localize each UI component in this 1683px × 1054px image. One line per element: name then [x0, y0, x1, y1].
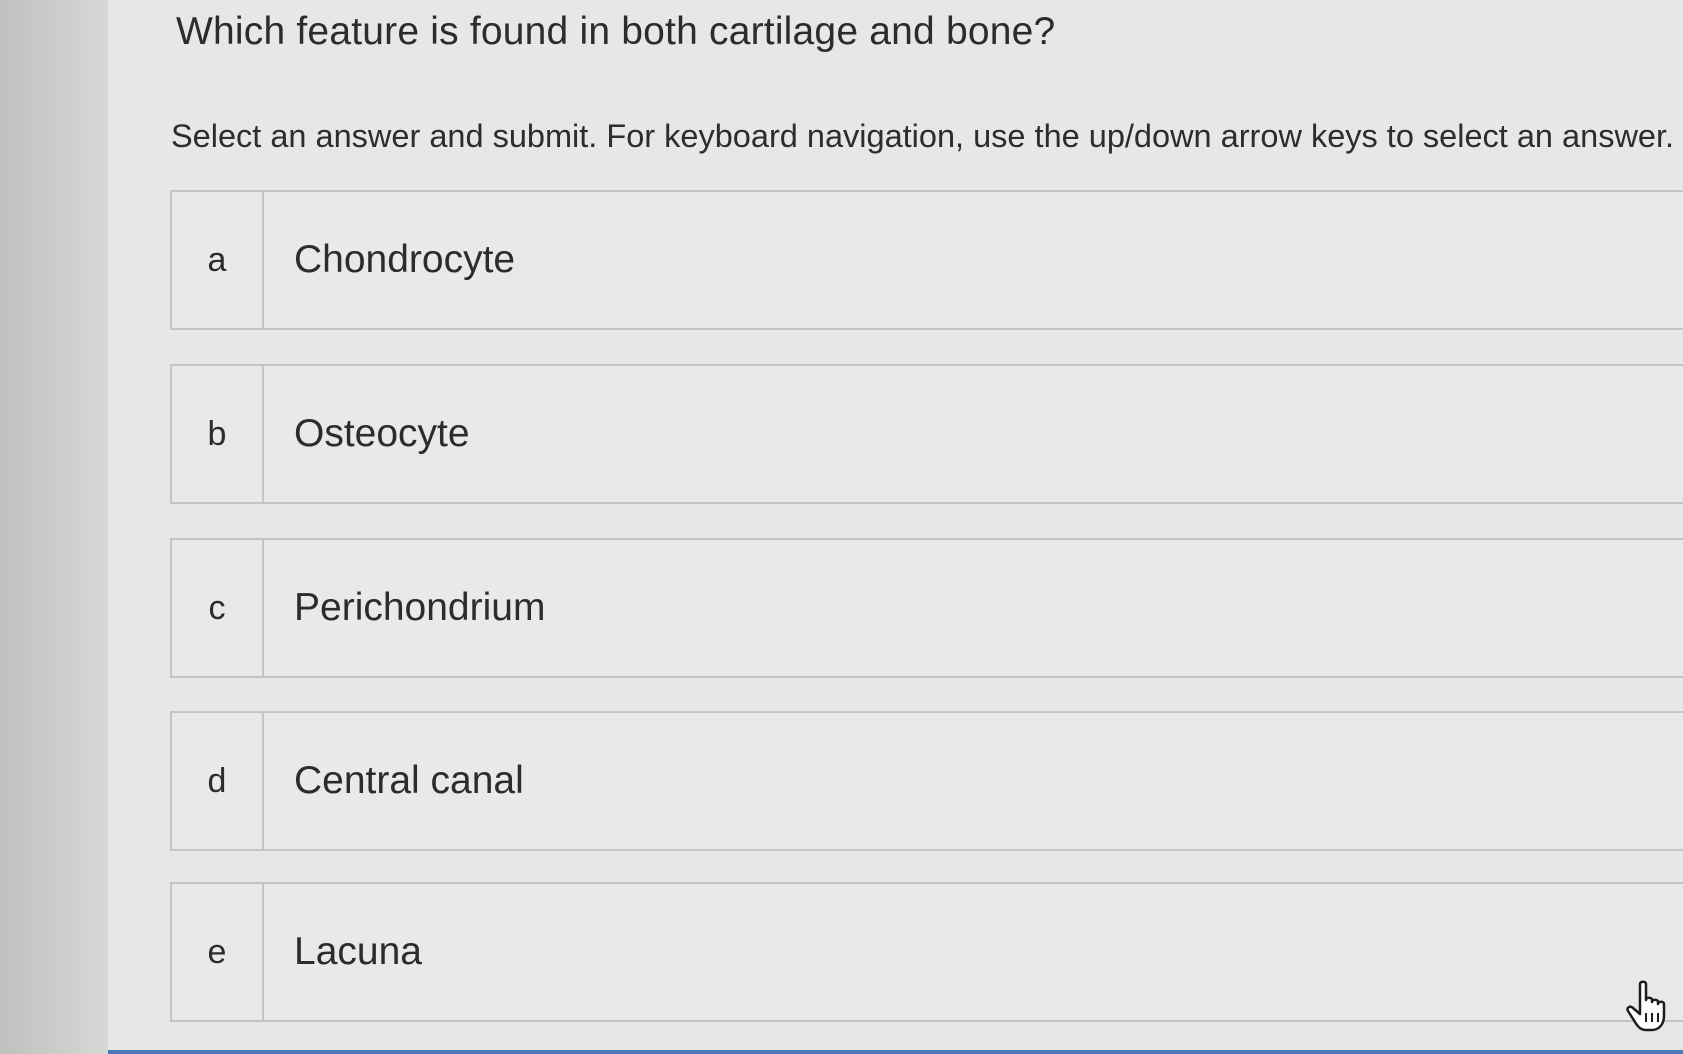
answer-option-b[interactable]: b Osteocyte [170, 364, 1683, 504]
option-letter: d [172, 713, 264, 849]
option-label: Central canal [294, 759, 524, 802]
bottom-accent-line [108, 1050, 1683, 1054]
question-text: Which feature is found in both cartilage… [176, 10, 1056, 53]
screen: Which feature is found in both cartilage… [0, 0, 1683, 1054]
option-label: Perichondrium [294, 586, 546, 629]
answer-option-c[interactable]: c Perichondrium [170, 538, 1683, 678]
option-label: Chondrocyte [294, 238, 516, 281]
option-letter: a [172, 192, 264, 328]
option-letter: c [172, 540, 264, 676]
option-letter: b [172, 366, 264, 502]
option-letter: e [172, 884, 264, 1020]
answer-option-d[interactable]: d Central canal [170, 711, 1683, 851]
answer-option-a[interactable]: a Chondrocyte [170, 190, 1683, 330]
left-margin [0, 0, 109, 1054]
hand-pointer-icon [1626, 980, 1674, 1032]
answer-option-e[interactable]: e Lacuna [170, 882, 1683, 1022]
instruction-text: Select an answer and submit. For keyboar… [171, 118, 1675, 154]
option-label: Osteocyte [294, 412, 470, 455]
option-label: Lacuna [294, 930, 422, 973]
